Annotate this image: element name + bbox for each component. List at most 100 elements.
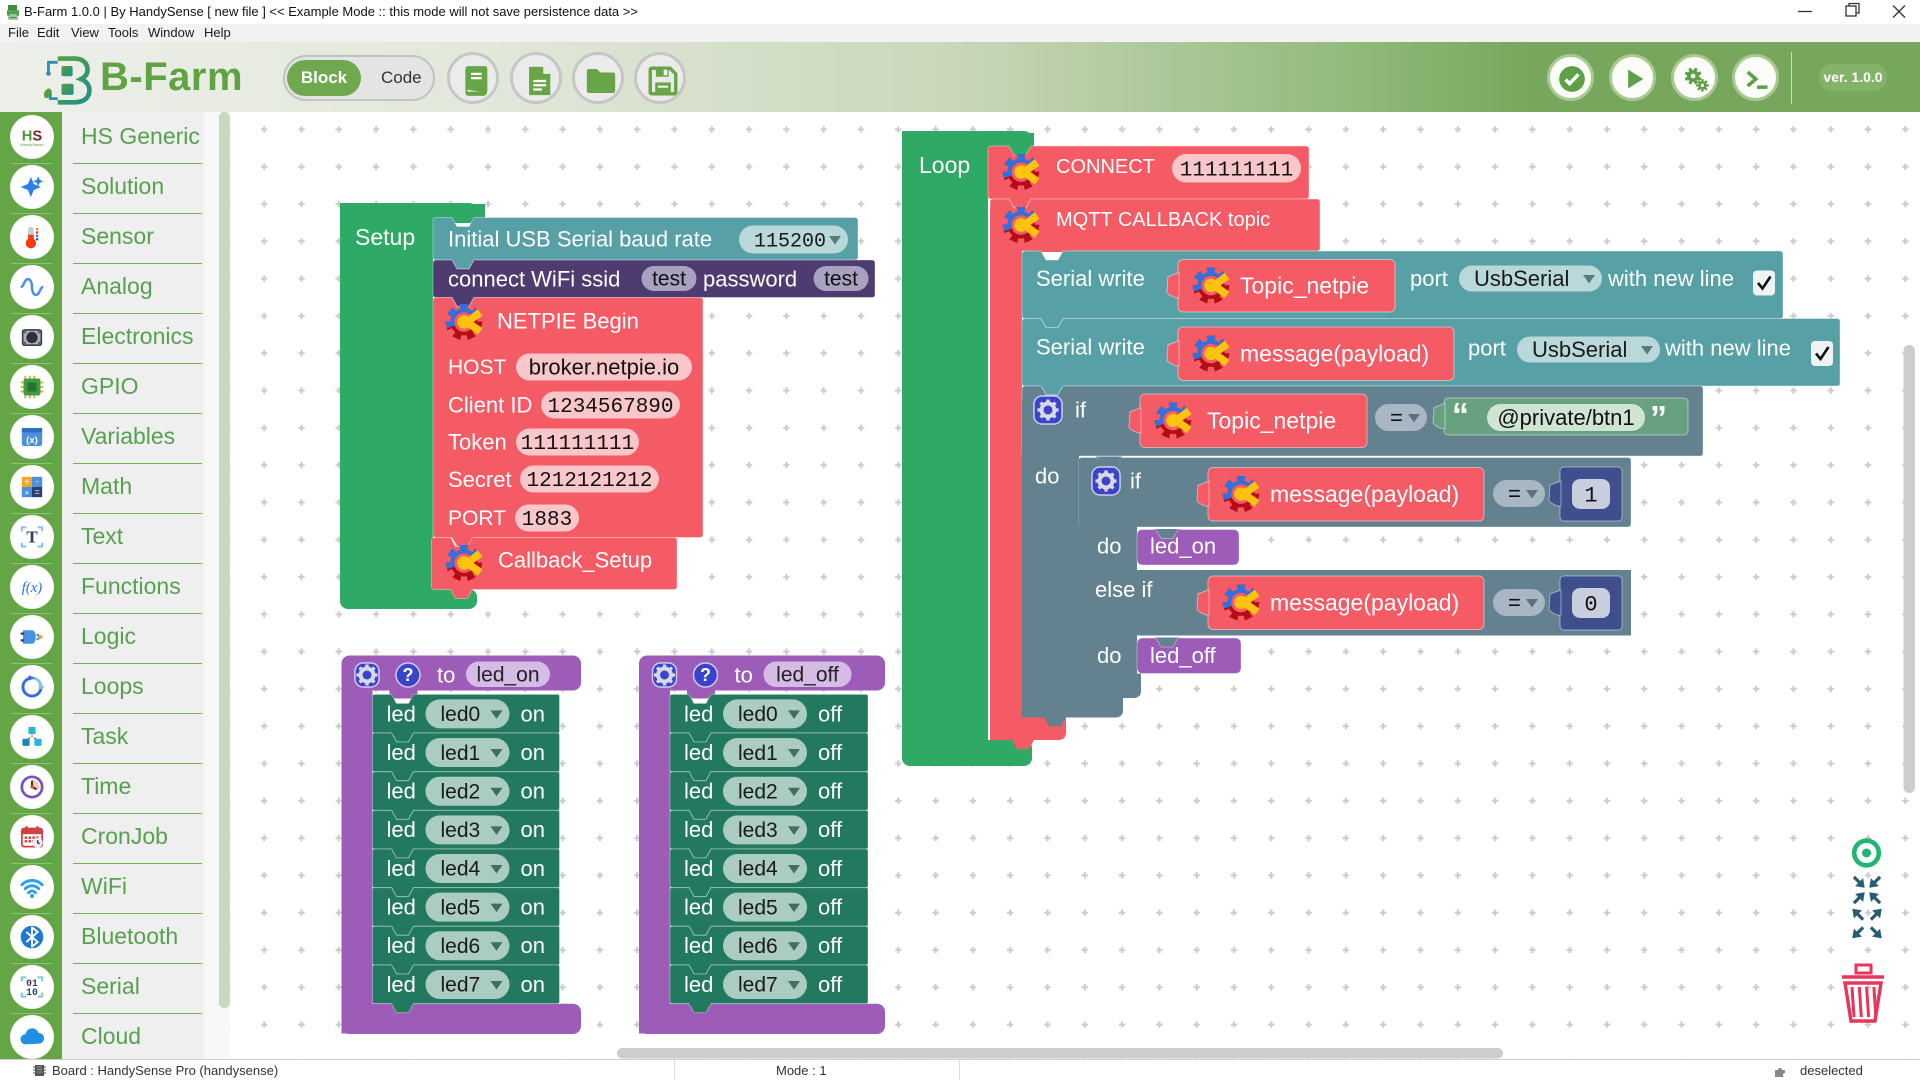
svg-text:Setup: Setup: [355, 224, 415, 250]
svg-text:@private/btn1: @private/btn1: [1497, 405, 1634, 430]
svg-text:off: off: [818, 779, 843, 804]
svg-text:×: ×: [25, 488, 30, 497]
svg-text:led: led: [684, 817, 713, 842]
svg-text:PORT: PORT: [448, 507, 506, 530]
svg-text:on: on: [521, 972, 545, 997]
svg-text:Loop: Loop: [919, 152, 970, 178]
svg-text:led3: led3: [738, 819, 778, 842]
svg-text:off: off: [818, 856, 843, 881]
svg-text:=: =: [1390, 405, 1403, 430]
svg-text:led5: led5: [738, 896, 778, 919]
svg-text:with new line: with new line: [1607, 266, 1734, 291]
svg-text:on: on: [521, 817, 545, 842]
svg-text:else if: else if: [1095, 577, 1153, 602]
svg-text:Token: Token: [448, 430, 507, 455]
svg-text:off: off: [818, 740, 843, 765]
svg-text:=: =: [1508, 590, 1521, 615]
svg-text:message(payload): message(payload): [1270, 481, 1459, 507]
svg-text:+: +: [24, 477, 29, 487]
svg-text:off: off: [818, 817, 843, 842]
svg-text:1: 1: [1584, 484, 1597, 509]
svg-text:if: if: [1130, 469, 1142, 494]
svg-text:led_off: led_off: [776, 664, 839, 687]
svg-text:led_on: led_on: [1150, 534, 1216, 559]
svg-text:off: off: [818, 895, 843, 920]
svg-text:led: led: [684, 972, 713, 997]
svg-text:111111111: 111111111: [521, 433, 634, 456]
svg-text:111111111: 111111111: [1180, 160, 1293, 183]
svg-text:1883: 1883: [522, 509, 572, 532]
svg-text:password: password: [703, 267, 797, 292]
svg-text:to: to: [437, 663, 455, 688]
svg-text:on: on: [521, 895, 545, 920]
svg-text:led: led: [684, 895, 713, 920]
svg-text:on: on: [521, 740, 545, 765]
svg-text:led: led: [684, 779, 713, 804]
svg-text:with new line: with new line: [1664, 336, 1791, 361]
svg-text:led4: led4: [738, 858, 778, 881]
svg-text:if: if: [1075, 398, 1087, 423]
svg-text:HOST: HOST: [448, 356, 507, 379]
svg-text:UsbSerial: UsbSerial: [1532, 337, 1627, 362]
svg-text:port: port: [1410, 266, 1448, 291]
svg-text:led: led: [387, 817, 416, 842]
svg-text:-: -: [36, 477, 39, 487]
svg-text:115200: 115200: [754, 230, 826, 253]
svg-text:led7: led7: [738, 974, 778, 997]
svg-text:Serial write: Serial write: [1036, 335, 1145, 360]
svg-text:led6: led6: [441, 935, 481, 958]
svg-text:do: do: [1035, 464, 1059, 489]
svg-text:led: led: [387, 972, 416, 997]
svg-text:1234567890: 1234567890: [547, 396, 673, 419]
svg-text:Topic_netpie: Topic_netpie: [1240, 272, 1369, 298]
svg-text:10: 10: [26, 987, 38, 998]
svg-text:1212121212: 1212121212: [526, 470, 652, 493]
svg-text:f(x): f(x): [22, 580, 42, 596]
svg-text:on: on: [521, 933, 545, 958]
svg-text:off: off: [818, 933, 843, 958]
svg-text:test: test: [824, 268, 858, 291]
svg-text:Client ID: Client ID: [448, 393, 532, 418]
svg-text:?: ?: [700, 665, 711, 685]
svg-text:led2: led2: [738, 780, 778, 803]
svg-text:on: on: [521, 856, 545, 881]
svg-text:led: led: [684, 701, 713, 726]
svg-text:to: to: [735, 663, 753, 688]
svg-text:?: ?: [403, 665, 414, 685]
svg-text:led1: led1: [738, 742, 778, 765]
svg-text:Secret: Secret: [448, 467, 512, 492]
svg-text:HandySense: HandySense: [20, 142, 44, 147]
svg-text:(x): (x): [26, 435, 38, 446]
svg-text:do: do: [1097, 643, 1121, 668]
svg-text:NETPIE Begin: NETPIE Begin: [497, 309, 639, 334]
svg-text:led0: led0: [738, 703, 778, 726]
svg-text:on: on: [521, 701, 545, 726]
svg-text:Serial write: Serial write: [1036, 266, 1145, 291]
svg-text:led: led: [387, 701, 416, 726]
svg-text:led1: led1: [441, 742, 481, 765]
svg-text:off: off: [818, 972, 843, 997]
svg-text:MQTT CALLBACK topic: MQTT CALLBACK topic: [1056, 209, 1270, 231]
svg-text:led4: led4: [441, 858, 481, 881]
svg-text:=: =: [1508, 481, 1521, 506]
svg-text:led: led: [387, 933, 416, 958]
svg-text:“: “: [1452, 397, 1469, 435]
svg-text:led: led: [387, 779, 416, 804]
svg-text:led: led: [684, 856, 713, 881]
svg-text:do: do: [1097, 534, 1121, 559]
svg-text:message(payload): message(payload): [1270, 589, 1459, 615]
svg-text:led5: led5: [441, 896, 481, 919]
svg-text:”: ”: [1650, 400, 1667, 438]
svg-text:Initial USB Serial baud rate: Initial USB Serial baud rate: [448, 227, 712, 252]
svg-text:test: test: [652, 268, 686, 291]
svg-text:message(payload): message(payload): [1240, 340, 1429, 366]
svg-text:Callback_Setup: Callback_Setup: [498, 548, 652, 573]
svg-text:T: T: [26, 528, 38, 547]
svg-text:broker.netpie.io: broker.netpie.io: [529, 355, 679, 380]
svg-text:CONNECT: CONNECT: [1056, 156, 1155, 178]
svg-text:led6: led6: [738, 935, 778, 958]
svg-text:led3: led3: [441, 819, 481, 842]
svg-text:connect WiFi ssid: connect WiFi ssid: [448, 267, 620, 292]
svg-text:port: port: [1468, 336, 1506, 361]
svg-text:off: off: [818, 701, 843, 726]
